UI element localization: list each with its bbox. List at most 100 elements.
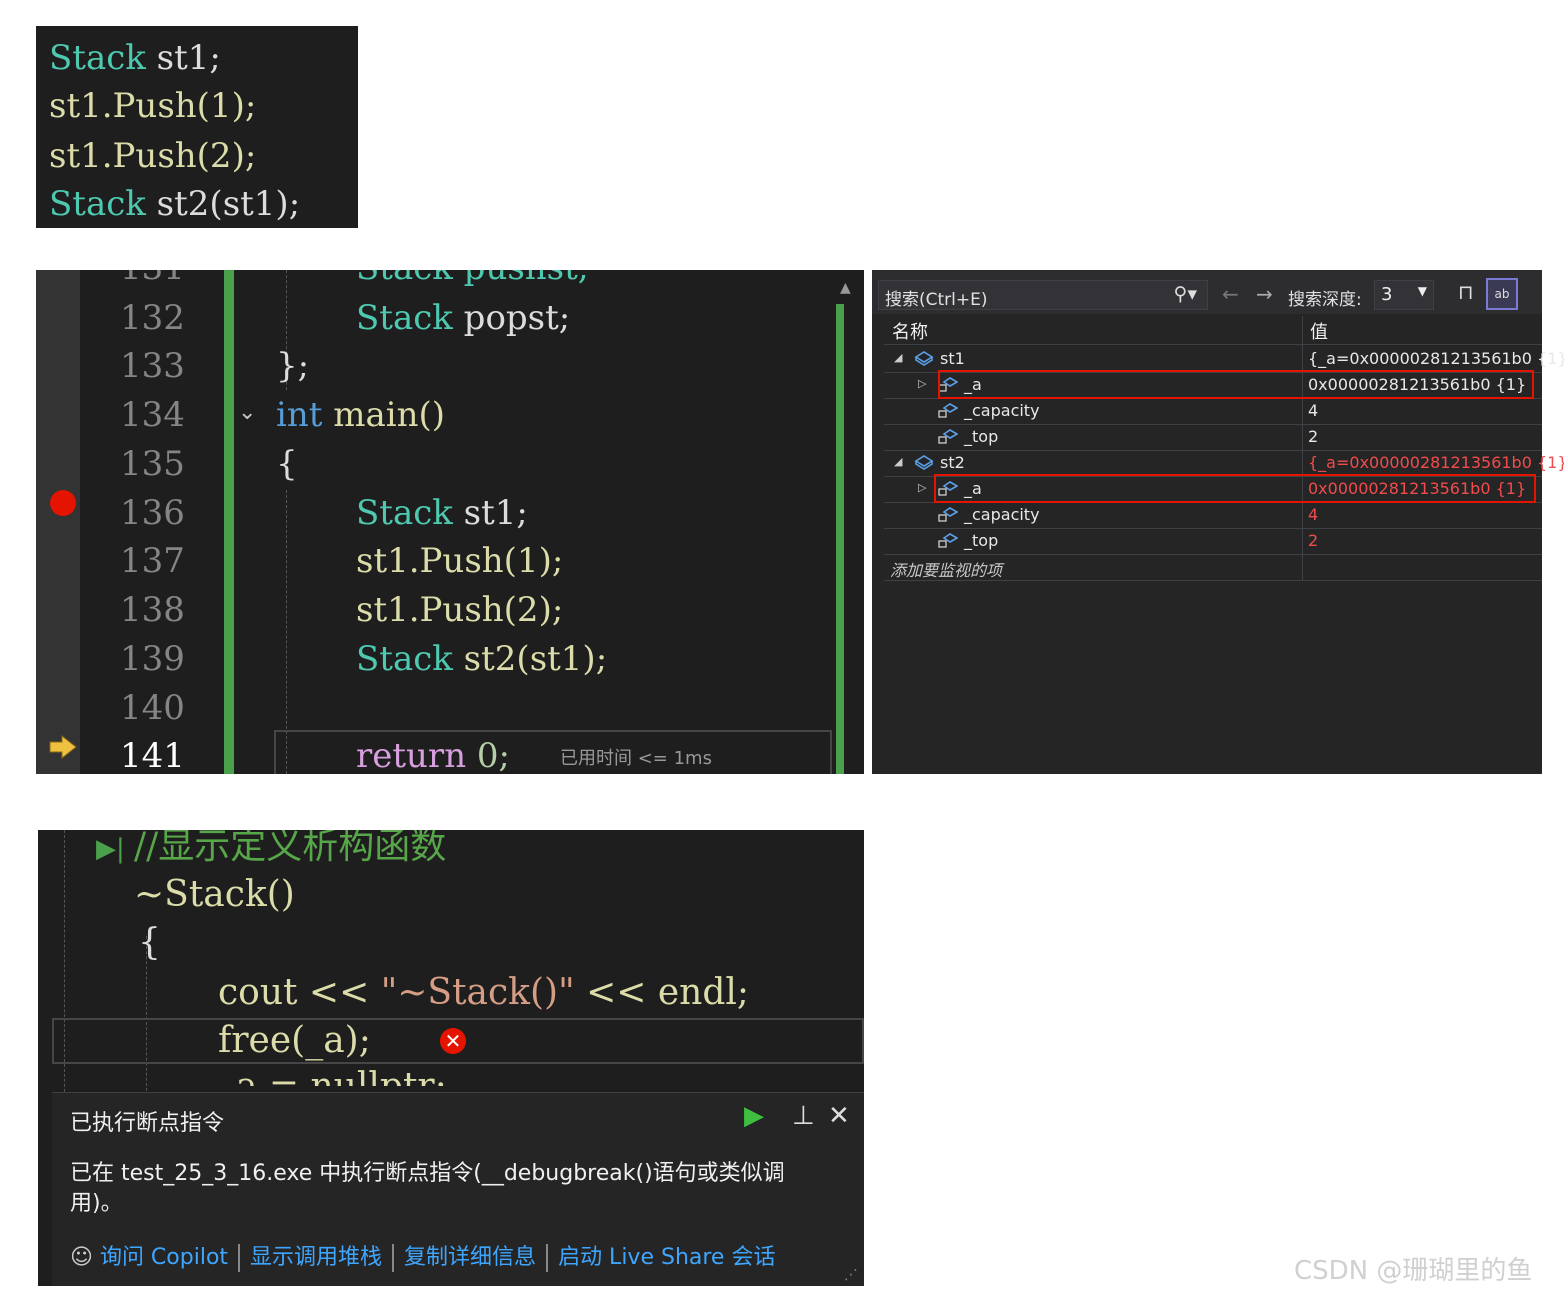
code-snippet: Stack st1; st1.Push(1); st1.Push(2); Sta… bbox=[36, 26, 358, 228]
code-line: st1.Push(1); bbox=[356, 541, 564, 581]
code-line: }; bbox=[276, 346, 310, 386]
line-number: 131 bbox=[120, 270, 230, 288]
highlight-box bbox=[938, 370, 1534, 399]
close-icon[interactable]: ✕ bbox=[828, 1101, 850, 1131]
code-line: Stack popst; bbox=[356, 298, 571, 338]
error-icon: ✕ bbox=[440, 1028, 466, 1054]
watch-value: 2 bbox=[1308, 531, 1319, 550]
continue-play-icon[interactable]: ▶ bbox=[744, 1101, 764, 1131]
line-number: 132 bbox=[120, 298, 185, 338]
glyph-margin[interactable] bbox=[36, 270, 80, 774]
code-line: cout << "~Stack()" << endl; bbox=[218, 972, 750, 1013]
private-field-icon bbox=[938, 533, 958, 548]
watermark: CSDN @珊瑚里的鱼 bbox=[1294, 1256, 1533, 1286]
code-line: return 0; bbox=[356, 736, 510, 774]
watch-name: _top bbox=[964, 427, 999, 446]
watch-header: 名称 值 bbox=[884, 316, 1542, 345]
watch-name: st1 bbox=[940, 349, 965, 368]
search-icon[interactable]: ⚲▾ bbox=[1174, 283, 1197, 305]
change-tracking-bar bbox=[224, 270, 234, 774]
watch-row[interactable]: ◢ st1 {_a=0x00000281213561b0 {1} bbox=[884, 346, 1564, 373]
ask-copilot-link[interactable]: 询问 Copilot bbox=[100, 1245, 228, 1270]
copy-details-link[interactable]: 复制详细信息 bbox=[404, 1245, 536, 1270]
watch-row[interactable]: ◢ st2 {_a=0x00000281213561b0 {1} bbox=[884, 450, 1564, 477]
watch-name: _top bbox=[964, 531, 999, 550]
watch-name: _capacity bbox=[964, 401, 1040, 420]
private-field-icon bbox=[938, 507, 958, 522]
pin-icon[interactable]: ⊓ bbox=[1458, 280, 1474, 304]
chevron-down-icon: ▼ bbox=[1417, 284, 1427, 298]
line-number: 140 bbox=[120, 688, 185, 728]
code-comment: //显示定义析构函数 bbox=[134, 830, 447, 867]
watch-value: {_a=0x00000281213561b0 {1} bbox=[1308, 453, 1564, 472]
exception-popup: 已执行断点指令 ▶ ⊥ ✕ 已在 test_25_3_16.exe 中执行断点指… bbox=[52, 1092, 864, 1286]
collapse-triangle-icon[interactable]: ◢ bbox=[894, 455, 902, 468]
code-line: free(_a); bbox=[218, 1020, 371, 1061]
code-line: Stack pushst; bbox=[356, 270, 589, 288]
breakpoint-icon[interactable] bbox=[50, 490, 76, 516]
watch-row[interactable]: _capacity 4 bbox=[884, 398, 1542, 425]
code-line: int main() bbox=[276, 395, 446, 435]
resize-grip-icon[interactable]: ⋰ bbox=[844, 1267, 858, 1283]
show-call-stack-link[interactable]: 显示调用堆栈 bbox=[250, 1245, 382, 1270]
code-line: { bbox=[138, 922, 161, 963]
collapse-chevron-icon[interactable]: ⌄ bbox=[238, 400, 256, 425]
code-line: Stack st1; bbox=[356, 493, 528, 533]
snippet-line: Stack st1; bbox=[49, 38, 221, 78]
watch-row[interactable]: _top 2 bbox=[884, 528, 1542, 555]
popup-message: 已在 test_25_3_16.exe 中执行断点指令(__debugbreak… bbox=[70, 1161, 785, 1216]
watch-toolbar: 搜索(Ctrl+E) ⚲▾ ← → 搜索深度: 3 ▼ ⊓ ab bbox=[872, 270, 1542, 314]
code-line: Stack st2(st1); bbox=[356, 639, 608, 679]
forward-arrow-icon[interactable]: → bbox=[1256, 282, 1273, 306]
watch-value: {_a=0x00000281213561b0 {1} bbox=[1308, 349, 1564, 368]
scrollbar-change-marker bbox=[836, 304, 844, 774]
start-live-share-link[interactable]: 启动 Live Share 会话 bbox=[558, 1245, 775, 1270]
editor-scrollbar[interactable]: ▲ bbox=[836, 270, 864, 774]
value-column-header[interactable]: 值 bbox=[1310, 318, 1328, 344]
line-number: 136 bbox=[120, 493, 185, 533]
code-editor[interactable]: 131 132 133 134 135 136 137 138 139 140 … bbox=[36, 270, 864, 774]
popup-links: ☺ 询问 Copilot 显示调用堆栈 复制详细信息 启动 Live Share 会话 bbox=[70, 1239, 775, 1272]
name-column-header[interactable]: 名称 bbox=[892, 318, 928, 344]
add-watch-placeholder[interactable]: 添加要监视的项 bbox=[890, 557, 1002, 581]
expand-triangle-icon[interactable]: ▷ bbox=[918, 377, 926, 390]
watch-window: 搜索(Ctrl+E) ⚲▾ ← → 搜索深度: 3 ▼ ⊓ ab 名称 值 ◢ … bbox=[872, 270, 1564, 774]
watch-name: st2 bbox=[940, 453, 965, 472]
code-line: { bbox=[276, 444, 298, 484]
popup-title: 已执行断点指令 bbox=[70, 1111, 225, 1136]
scroll-up-icon[interactable]: ▲ bbox=[840, 280, 851, 296]
search-depth-label: 搜索深度: bbox=[1288, 290, 1362, 310]
search-depth-select[interactable]: 3 ▼ bbox=[1374, 280, 1434, 310]
snippet-line: Stack st2(st1); bbox=[49, 184, 301, 224]
line-number: 138 bbox=[120, 590, 185, 630]
watch-row[interactable]: _top 2 bbox=[884, 424, 1542, 451]
watch-value: 4 bbox=[1308, 505, 1319, 524]
elapsed-time-hint: 已用时间 <= 1ms bbox=[560, 748, 712, 769]
expand-triangle-icon[interactable]: ▷ bbox=[918, 481, 926, 494]
watch-value: 2 bbox=[1308, 427, 1319, 446]
watch-name: _capacity bbox=[964, 505, 1040, 524]
private-field-icon bbox=[938, 429, 958, 444]
snippet-line: st1.Push(2); bbox=[49, 136, 257, 176]
highlight-box bbox=[934, 474, 1536, 503]
watch-row[interactable]: _capacity 4 bbox=[884, 502, 1542, 529]
object-icon bbox=[914, 455, 934, 470]
back-arrow-icon[interactable]: ← bbox=[1222, 282, 1239, 306]
line-number: 135 bbox=[120, 444, 185, 484]
view-hex-toggle-icon[interactable]: ab bbox=[1486, 278, 1518, 310]
exception-screenshot: ▶| //显示定义析构函数 ~Stack() { cout << "~Stack… bbox=[38, 830, 864, 1286]
code-line: st1.Push(2); bbox=[356, 590, 564, 630]
search-input[interactable]: 搜索(Ctrl+E) ⚲▾ bbox=[878, 280, 1208, 310]
current-statement-arrow-icon bbox=[49, 734, 77, 760]
snippet-line: st1.Push(1); bbox=[49, 86, 257, 126]
object-icon bbox=[914, 351, 934, 366]
private-field-icon bbox=[938, 403, 958, 418]
add-watch-row[interactable]: 添加要监视的项 bbox=[884, 554, 1542, 581]
line-number: 133 bbox=[120, 346, 185, 386]
outline-expand-icon[interactable]: ▶| bbox=[96, 834, 125, 864]
collapse-triangle-icon[interactable]: ◢ bbox=[894, 351, 902, 364]
line-number: 141 bbox=[120, 736, 185, 774]
watch-value: 4 bbox=[1308, 401, 1319, 420]
code-line: ~Stack() bbox=[134, 874, 295, 915]
pin-icon[interactable]: ⊥ bbox=[792, 1101, 815, 1131]
